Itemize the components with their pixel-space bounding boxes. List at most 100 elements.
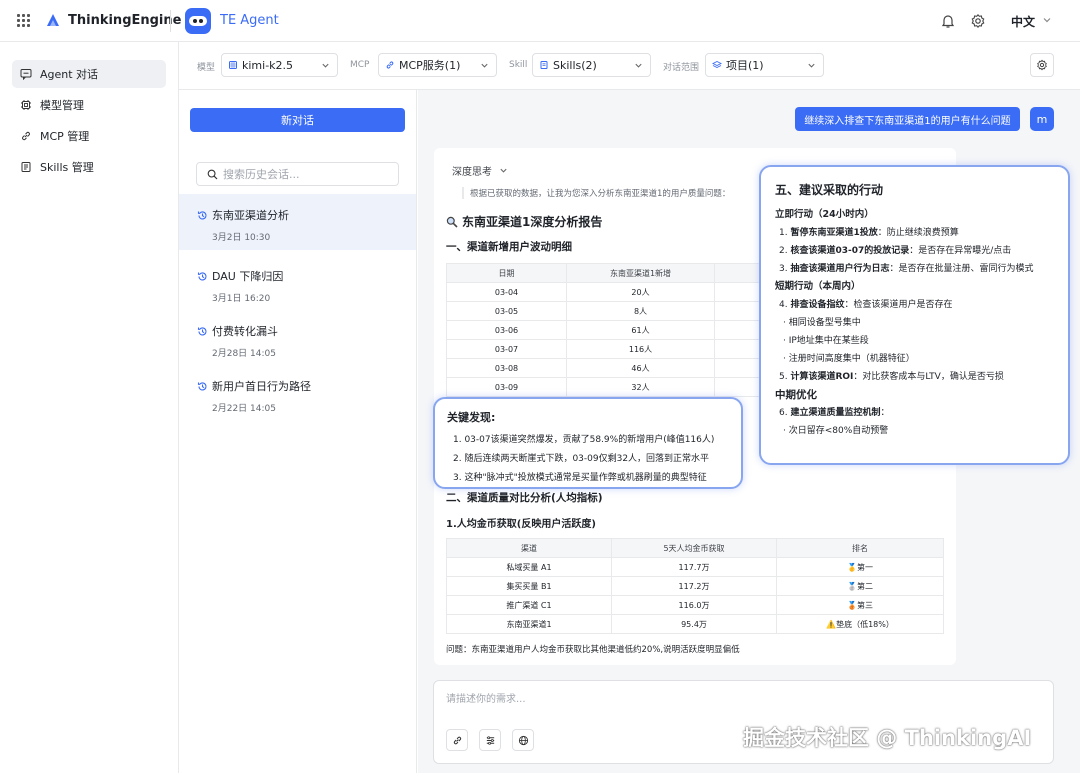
user-avatar[interactable]: m (1030, 107, 1054, 131)
chevron-down-icon (322, 63, 329, 68)
problem-note: 问题：东南亚渠道用户人均金币获取比其他渠道低约20%,说明活跃度明显偏低 (446, 645, 740, 655)
nav-item-skills-management[interactable]: Skills 管理 (12, 153, 166, 181)
section1-title: 一、渠道新增用户波动明细 (446, 241, 572, 253)
history-item-title: 新用户首日行为路径 (212, 380, 311, 393)
action-subitem: · 相同设备型号集中 (783, 318, 861, 328)
model-select[interactable]: kimi-k2.5 (221, 53, 338, 77)
search-icon (207, 169, 218, 179)
action-subitem: · 注册时间高度集中（机器特征） (783, 354, 915, 364)
new-chat-button[interactable]: 新对话 (190, 108, 405, 132)
table-cell: 03-04 (446, 282, 567, 302)
deep-think-label: 深度思考 (452, 167, 492, 178)
history-item[interactable]: DAU 下降归因 3月1日 16:20 (179, 255, 416, 311)
message-input[interactable] (446, 690, 1036, 708)
history-item-title: 东南亚渠道分析 (212, 209, 289, 222)
brand-name: ThinkingEngine (68, 13, 182, 28)
layers-icon (712, 60, 722, 69)
table-cell: 03-05 (446, 301, 567, 321)
key-finding-item: 3. 这种"脉冲式"投放模式通常是买量作弊或机器刷量的典型特征 (453, 473, 707, 483)
chip-icon (21, 100, 31, 110)
history-search-input[interactable] (223, 167, 393, 181)
table-cell: 20人 (566, 282, 715, 302)
book-icon (540, 61, 548, 69)
immediate-actions-title: 立即行动（24小时内） (775, 209, 874, 220)
left-nav: Agent 对话 模型管理 MCP 管理 Skills 管理 (0, 42, 179, 773)
table-row: 东南亚渠道1 95.4万 ⚠️垫底（低18%） (446, 614, 944, 634)
table-header: 东南亚渠道1新增 (566, 263, 715, 283)
mcp-select[interactable]: MCP服务(1) (378, 53, 497, 77)
key-finding-item: 1. 03-07该渠道突然爆发，贡献了58.9%的新增用户(峰值116人) (453, 435, 715, 445)
apps-grid-icon[interactable] (17, 14, 30, 27)
action-item: 3. 抽查该渠道用户行为日志：是否存在批量注册、雷同行为模式 (779, 264, 1034, 274)
action-item: 2. 核查该渠道03-07的投放记录：是否存在异常曝光/点击 (779, 246, 1012, 256)
chevron-down-icon[interactable] (1042, 15, 1052, 25)
nav-item-model-management[interactable]: 模型管理 (12, 91, 166, 119)
short-actions-title: 短期行动（本周内） (775, 281, 861, 292)
link-icon (453, 736, 461, 744)
sliders-icon (486, 735, 494, 745)
table-row: 集买买量 B1 117.2万 🥈第二 (446, 576, 944, 596)
report-title: 东南亚渠道1深度分析报告 (446, 213, 602, 230)
model-label: 模型 (197, 63, 216, 73)
chevron-down-icon (635, 63, 642, 68)
language-selector[interactable]: 中文 (1011, 13, 1035, 30)
mcp-value: MCP服务(1) (399, 59, 461, 72)
book-icon (21, 162, 31, 172)
scope-select[interactable]: 项目(1) (705, 53, 824, 77)
table-cell: 117.7万 (611, 557, 777, 577)
key-findings-title: 关键发现: (447, 411, 496, 424)
history-item[interactable]: 东南亚渠道分析 3月2日 10:30 (179, 194, 416, 250)
deep-think-toggle[interactable]: 深度思考 (452, 163, 508, 178)
table-row: 推广渠道 C1 116.0万 🥉第三 (446, 595, 944, 615)
history-icon (197, 210, 207, 219)
history-panel: 新对话 东南亚渠道分析 3月2日 10:30 DAU 下降归因 3月1日 16:… (179, 90, 417, 773)
scope-label: 对话范围 (663, 63, 700, 73)
chat-settings-button[interactable] (1030, 53, 1054, 77)
globe-icon (518, 735, 528, 745)
history-item-title: 付费转化漏斗 (212, 325, 278, 338)
table-header: 日期 (446, 263, 567, 283)
chat-toolbar: 模型 kimi-k2.5 MCP MCP服务(1) Skill Skills(2… (179, 42, 1080, 90)
cube-icon (229, 61, 237, 69)
table-row: 私域买量 A1 117.7万 🥇第一 (446, 557, 944, 577)
table-cell: 03-09 (446, 377, 567, 397)
section2-title: 二、渠道质量对比分析(人均指标) (446, 492, 603, 504)
mcp-label: MCP (350, 60, 370, 70)
nav-item-label: 模型管理 (40, 99, 84, 112)
gear-icon[interactable] (970, 13, 986, 29)
chat-icon (20, 69, 32, 80)
table-cell: 61人 (566, 320, 715, 340)
nav-item-agent-chat[interactable]: Agent 对话 (12, 60, 166, 88)
gear-icon (1037, 59, 1047, 71)
table-cell: 私域买量 A1 (446, 557, 612, 577)
history-item[interactable]: 新用户首日行为路径 2月22日 14:05 (179, 365, 416, 421)
skill-label: Skill (509, 60, 528, 70)
table-header: 5天人均金币获取 (611, 538, 777, 558)
table-cell: 8人 (566, 301, 715, 321)
table-header-row: 渠道 5天人均金币获取 排名 (446, 538, 944, 558)
action-item: 6. 建立渠道质量监控机制： (779, 408, 890, 418)
table-cell: 117.2万 (611, 576, 777, 596)
action-item: 4. 排查设备指纹：检查该渠道用户是否存在 (779, 300, 953, 310)
user-message: 继续深入排查下东南亚渠道1的用户有什么问题 (795, 107, 1020, 131)
web-search-button[interactable] (512, 729, 534, 751)
thinkingengine-logo-icon (47, 14, 59, 26)
history-search[interactable] (196, 162, 399, 186)
attach-link-button[interactable] (446, 729, 468, 751)
action-item: 1. 暂停东南亚渠道1投放：防止继续浪费预算 (779, 228, 959, 238)
chevron-down-icon (481, 63, 488, 68)
skill-select[interactable]: Skills(2) (532, 53, 651, 77)
key-finding-item: 2. 随后连续两天断崖式下跌，03-09仅剩32人，回落到正常水平 (453, 454, 710, 464)
agent-logo-icon (185, 8, 211, 34)
table-cell: 03-08 (446, 358, 567, 378)
top-bar: ThinkingEngine TE Agent 中文 (0, 0, 1080, 42)
bell-icon[interactable] (940, 13, 956, 29)
history-item-date: 2月22日 14:05 (212, 404, 276, 414)
table-cell: 🥇第一 (776, 557, 944, 577)
history-item[interactable]: 付费转化漏斗 2月28日 14:05 (179, 310, 416, 366)
options-button[interactable] (479, 729, 501, 751)
table-cell: 32人 (566, 377, 715, 397)
table-cell: 集买买量 B1 (446, 576, 612, 596)
table-cell: 116.0万 (611, 595, 777, 615)
nav-item-mcp-management[interactable]: MCP 管理 (12, 122, 166, 150)
